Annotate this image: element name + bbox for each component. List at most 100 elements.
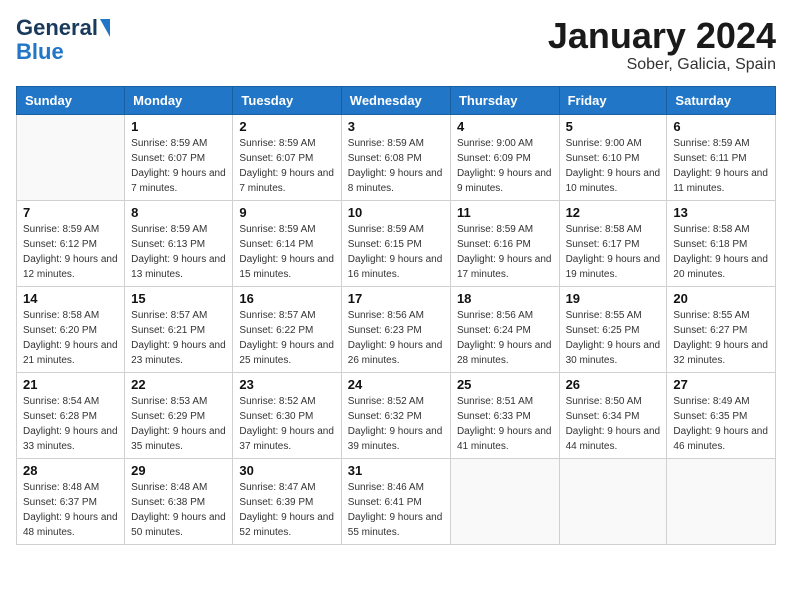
calendar-cell: 23 Sunrise: 8:52 AMSunset: 6:30 PMDaylig… <box>233 372 341 458</box>
day-info: Sunrise: 8:56 AMSunset: 6:24 PMDaylight:… <box>457 310 552 366</box>
calendar-cell: 30 Sunrise: 8:47 AMSunset: 6:39 PMDaylig… <box>233 458 341 544</box>
day-info: Sunrise: 8:56 AMSunset: 6:23 PMDaylight:… <box>348 310 443 366</box>
day-info: Sunrise: 8:52 AMSunset: 6:30 PMDaylight:… <box>239 396 334 452</box>
calendar-cell: 4 Sunrise: 9:00 AMSunset: 6:09 PMDayligh… <box>450 114 559 200</box>
day-number: 7 <box>23 205 118 220</box>
day-info: Sunrise: 8:55 AMSunset: 6:27 PMDaylight:… <box>673 310 768 366</box>
day-number: 23 <box>239 377 334 392</box>
calendar-table: SundayMondayTuesdayWednesdayThursdayFrid… <box>16 86 776 545</box>
day-info: Sunrise: 8:59 AMSunset: 6:15 PMDaylight:… <box>348 224 443 280</box>
day-info: Sunrise: 8:50 AMSunset: 6:34 PMDaylight:… <box>566 396 661 452</box>
calendar-cell: 13 Sunrise: 8:58 AMSunset: 6:18 PMDaylig… <box>667 200 776 286</box>
calendar-cell: 22 Sunrise: 8:53 AMSunset: 6:29 PMDaylig… <box>125 372 233 458</box>
day-number: 31 <box>348 463 444 478</box>
day-number: 1 <box>131 119 226 134</box>
calendar-cell: 14 Sunrise: 8:58 AMSunset: 6:20 PMDaylig… <box>17 286 125 372</box>
header-day: Wednesday <box>341 86 450 114</box>
day-number: 5 <box>566 119 661 134</box>
calendar-cell: 12 Sunrise: 8:58 AMSunset: 6:17 PMDaylig… <box>559 200 667 286</box>
calendar-week-row: 7 Sunrise: 8:59 AMSunset: 6:12 PMDayligh… <box>17 200 776 286</box>
calendar-cell: 16 Sunrise: 8:57 AMSunset: 6:22 PMDaylig… <box>233 286 341 372</box>
calendar-cell: 18 Sunrise: 8:56 AMSunset: 6:24 PMDaylig… <box>450 286 559 372</box>
calendar-cell <box>559 458 667 544</box>
calendar-week-row: 1 Sunrise: 8:59 AMSunset: 6:07 PMDayligh… <box>17 114 776 200</box>
calendar-cell: 21 Sunrise: 8:54 AMSunset: 6:28 PMDaylig… <box>17 372 125 458</box>
day-number: 13 <box>673 205 769 220</box>
day-info: Sunrise: 8:51 AMSunset: 6:33 PMDaylight:… <box>457 396 552 452</box>
header-day: Thursday <box>450 86 559 114</box>
day-info: Sunrise: 8:48 AMSunset: 6:38 PMDaylight:… <box>131 482 226 538</box>
calendar-cell: 15 Sunrise: 8:57 AMSunset: 6:21 PMDaylig… <box>125 286 233 372</box>
calendar-cell <box>667 458 776 544</box>
day-info: Sunrise: 9:00 AMSunset: 6:09 PMDaylight:… <box>457 138 552 194</box>
calendar-cell: 31 Sunrise: 8:46 AMSunset: 6:41 PMDaylig… <box>341 458 450 544</box>
day-info: Sunrise: 8:59 AMSunset: 6:08 PMDaylight:… <box>348 138 443 194</box>
day-number: 2 <box>239 119 334 134</box>
calendar-cell: 5 Sunrise: 9:00 AMSunset: 6:10 PMDayligh… <box>559 114 667 200</box>
day-number: 12 <box>566 205 661 220</box>
title-block: January 2024 Sober, Galicia, Spain <box>548 16 776 74</box>
logo-blue: Blue <box>16 40 64 64</box>
day-info: Sunrise: 8:59 AMSunset: 6:07 PMDaylight:… <box>239 138 334 194</box>
calendar-cell: 2 Sunrise: 8:59 AMSunset: 6:07 PMDayligh… <box>233 114 341 200</box>
header-day: Saturday <box>667 86 776 114</box>
day-info: Sunrise: 8:59 AMSunset: 6:12 PMDaylight:… <box>23 224 118 280</box>
calendar-cell: 27 Sunrise: 8:49 AMSunset: 6:35 PMDaylig… <box>667 372 776 458</box>
day-info: Sunrise: 8:58 AMSunset: 6:18 PMDaylight:… <box>673 224 768 280</box>
day-number: 20 <box>673 291 769 306</box>
calendar-cell: 26 Sunrise: 8:50 AMSunset: 6:34 PMDaylig… <box>559 372 667 458</box>
page-header: General Blue January 2024 Sober, Galicia… <box>16 16 776 74</box>
day-number: 21 <box>23 377 118 392</box>
calendar-cell <box>450 458 559 544</box>
day-info: Sunrise: 8:52 AMSunset: 6:32 PMDaylight:… <box>348 396 443 452</box>
day-number: 25 <box>457 377 553 392</box>
day-number: 29 <box>131 463 226 478</box>
day-info: Sunrise: 8:58 AMSunset: 6:20 PMDaylight:… <box>23 310 118 366</box>
day-number: 6 <box>673 119 769 134</box>
calendar-cell: 19 Sunrise: 8:55 AMSunset: 6:25 PMDaylig… <box>559 286 667 372</box>
calendar-subtitle: Sober, Galicia, Spain <box>548 56 776 74</box>
day-number: 30 <box>239 463 334 478</box>
day-info: Sunrise: 8:54 AMSunset: 6:28 PMDaylight:… <box>23 396 118 452</box>
day-number: 4 <box>457 119 553 134</box>
calendar-cell: 24 Sunrise: 8:52 AMSunset: 6:32 PMDaylig… <box>341 372 450 458</box>
calendar-cell: 7 Sunrise: 8:59 AMSunset: 6:12 PMDayligh… <box>17 200 125 286</box>
logo-general: General <box>16 16 98 40</box>
day-number: 19 <box>566 291 661 306</box>
calendar-cell: 6 Sunrise: 8:59 AMSunset: 6:11 PMDayligh… <box>667 114 776 200</box>
day-info: Sunrise: 8:53 AMSunset: 6:29 PMDaylight:… <box>131 396 226 452</box>
day-number: 24 <box>348 377 444 392</box>
calendar-cell <box>17 114 125 200</box>
header-day: Friday <box>559 86 667 114</box>
day-info: Sunrise: 8:59 AMSunset: 6:11 PMDaylight:… <box>673 138 768 194</box>
calendar-cell: 29 Sunrise: 8:48 AMSunset: 6:38 PMDaylig… <box>125 458 233 544</box>
day-number: 22 <box>131 377 226 392</box>
calendar-cell: 10 Sunrise: 8:59 AMSunset: 6:15 PMDaylig… <box>341 200 450 286</box>
header-day: Sunday <box>17 86 125 114</box>
day-number: 16 <box>239 291 334 306</box>
calendar-week-row: 28 Sunrise: 8:48 AMSunset: 6:37 PMDaylig… <box>17 458 776 544</box>
day-info: Sunrise: 8:46 AMSunset: 6:41 PMDaylight:… <box>348 482 443 538</box>
calendar-cell: 3 Sunrise: 8:59 AMSunset: 6:08 PMDayligh… <box>341 114 450 200</box>
day-info: Sunrise: 8:58 AMSunset: 6:17 PMDaylight:… <box>566 224 661 280</box>
header-row: SundayMondayTuesdayWednesdayThursdayFrid… <box>17 86 776 114</box>
day-number: 15 <box>131 291 226 306</box>
calendar-cell: 9 Sunrise: 8:59 AMSunset: 6:14 PMDayligh… <box>233 200 341 286</box>
calendar-cell: 20 Sunrise: 8:55 AMSunset: 6:27 PMDaylig… <box>667 286 776 372</box>
day-number: 10 <box>348 205 444 220</box>
calendar-cell: 11 Sunrise: 8:59 AMSunset: 6:16 PMDaylig… <box>450 200 559 286</box>
calendar-cell: 28 Sunrise: 8:48 AMSunset: 6:37 PMDaylig… <box>17 458 125 544</box>
day-info: Sunrise: 8:47 AMSunset: 6:39 PMDaylight:… <box>239 482 334 538</box>
day-info: Sunrise: 8:49 AMSunset: 6:35 PMDaylight:… <box>673 396 768 452</box>
calendar-title: January 2024 <box>548 16 776 56</box>
calendar-week-row: 14 Sunrise: 8:58 AMSunset: 6:20 PMDaylig… <box>17 286 776 372</box>
logo-arrow-icon <box>100 19 110 37</box>
day-number: 3 <box>348 119 444 134</box>
day-number: 26 <box>566 377 661 392</box>
day-number: 28 <box>23 463 118 478</box>
calendar-week-row: 21 Sunrise: 8:54 AMSunset: 6:28 PMDaylig… <box>17 372 776 458</box>
day-number: 27 <box>673 377 769 392</box>
day-info: Sunrise: 8:59 AMSunset: 6:16 PMDaylight:… <box>457 224 552 280</box>
day-info: Sunrise: 8:59 AMSunset: 6:07 PMDaylight:… <box>131 138 226 194</box>
day-number: 8 <box>131 205 226 220</box>
